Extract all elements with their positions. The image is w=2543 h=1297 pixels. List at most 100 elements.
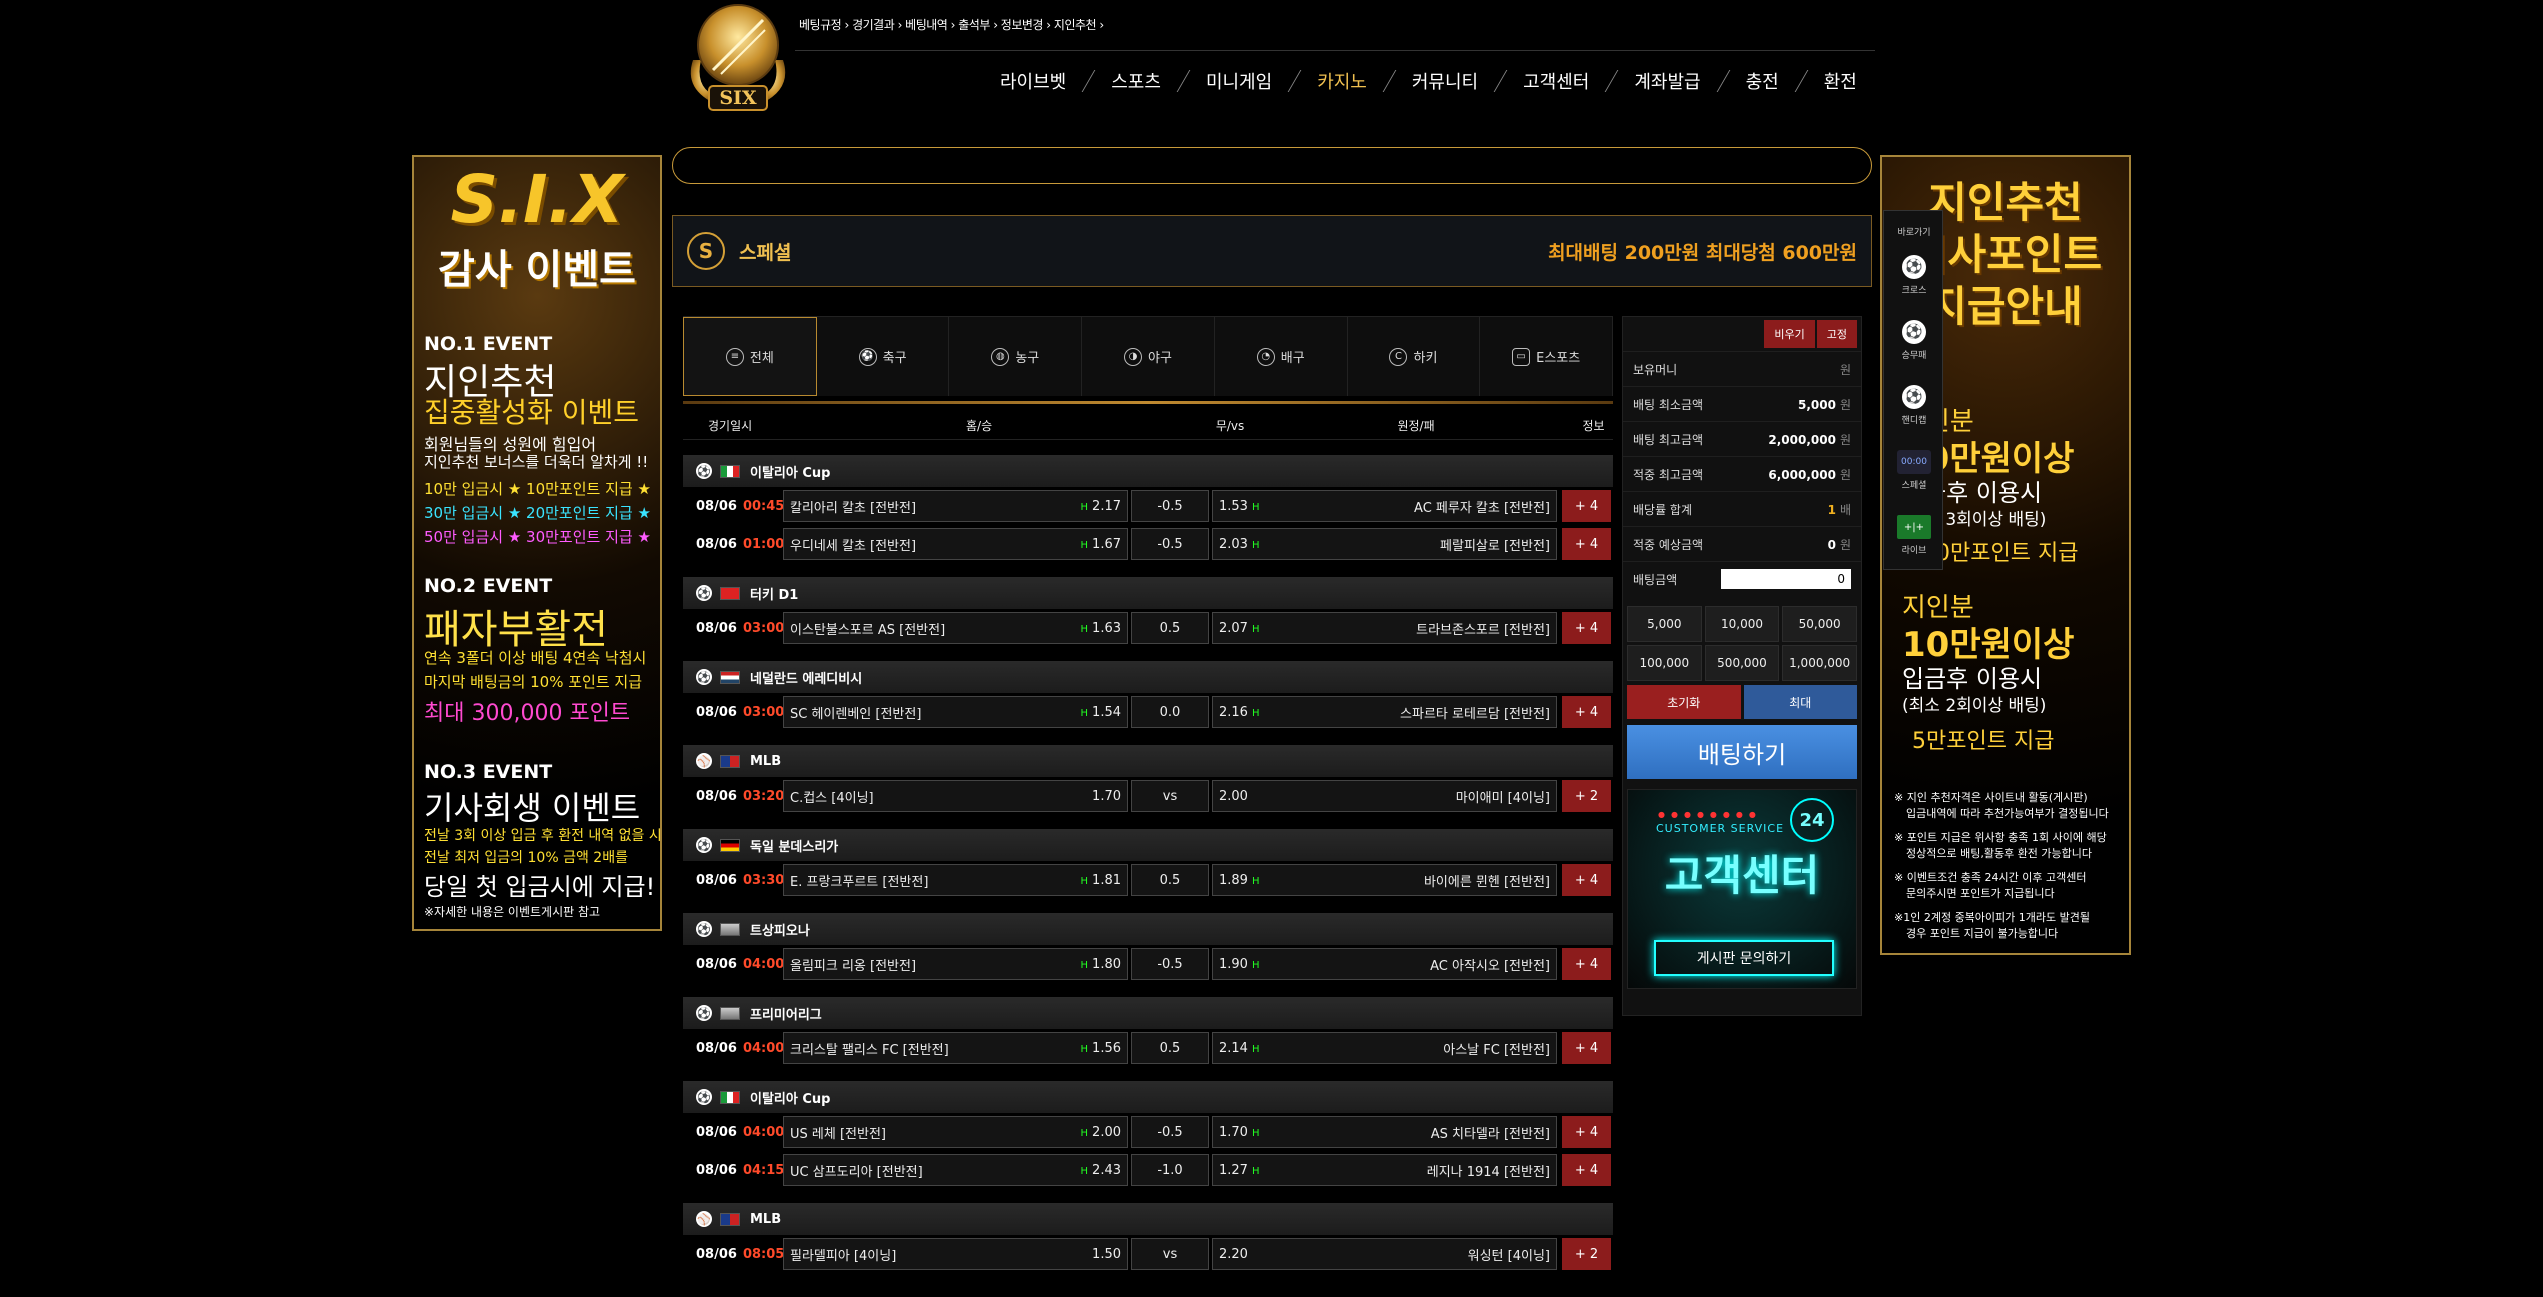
away-odds-button[interactable]: 2.03 H 페랄피살로 [전반전] [1212, 528, 1557, 560]
draw-handicap-button[interactable]: -0.5 [1131, 528, 1209, 560]
home-odds-button[interactable]: US 레체 [전반전] H 2.00 [783, 1116, 1128, 1148]
nav-item-4[interactable]: 커뮤니티 [1412, 68, 1478, 94]
match-hour: 04:00 [742, 956, 785, 972]
away-odds-button[interactable]: 2.14 H 아스날 FC [전반전] [1212, 1032, 1557, 1064]
away-odds-button[interactable]: 1.53 H AC 페루자 칼초 [전반전] [1212, 490, 1557, 522]
quick-item[interactable]: +|+ 라이브 [1884, 515, 1944, 556]
amount-chip[interactable]: 500,000 [1704, 645, 1780, 681]
nav-item-5[interactable]: 고객센터 [1523, 68, 1589, 94]
draw-handicap-button[interactable]: 0.5 [1131, 612, 1209, 644]
away-odds-button[interactable]: 1.70 H AS 치타델라 [전반전] [1212, 1116, 1557, 1148]
nav-item-3[interactable]: 카지노 [1317, 68, 1367, 94]
bet-amount-input[interactable]: 0 [1721, 569, 1851, 589]
home-odds-button[interactable]: 올림피크 리옹 [전반전] H 1.80 [783, 948, 1128, 980]
home-odds-button[interactable]: UC 삼프도리아 [전반전] H 2.43 [783, 1154, 1128, 1186]
away-odds-button[interactable]: 2.07 H 트라브존스포르 [전반전] [1212, 612, 1557, 644]
away-odds-button[interactable]: 1.90 H AC 아작시오 [전반전] [1212, 948, 1557, 980]
draw-handicap-button[interactable]: -0.5 [1131, 490, 1209, 522]
amount-chip[interactable]: 10,000 [1704, 606, 1780, 642]
quick-item[interactable]: ⚽ 승무패 [1884, 320, 1944, 361]
tab-6[interactable]: ▭ E스포츠 [1480, 317, 1614, 396]
more-markets-button[interactable]: + 4 [1562, 696, 1611, 728]
draw-handicap-button[interactable]: -1.0 [1131, 1154, 1209, 1186]
away-odds-button[interactable]: 1.27 H 레지나 1914 [전반전] [1212, 1154, 1557, 1186]
quick-item[interactable]: ⚽ 핸디캡 [1884, 385, 1944, 426]
tab-1[interactable]: ⚽ 축구 [817, 317, 950, 396]
amount-chip[interactable]: 100,000 [1627, 645, 1702, 681]
more-markets-button[interactable]: + 4 [1562, 612, 1611, 644]
more-markets-button[interactable]: + 4 [1562, 864, 1611, 896]
tab-3[interactable]: ◑ 야구 [1082, 317, 1215, 396]
away-odd-value: 1.70 [1219, 1124, 1248, 1140]
home-odds-button[interactable]: 칼리아리 칼초 [전반전] H 2.17 [783, 490, 1128, 522]
home-odds-button[interactable]: 크리스탈 팰리스 FC [전반전] H 1.56 [783, 1032, 1128, 1064]
tab-2[interactable]: ◍ 농구 [949, 317, 1083, 396]
nav-item-8[interactable]: 환전 [1824, 68, 1857, 94]
league-header: ⚾ MLB [683, 745, 1613, 777]
home-odds-button[interactable]: 이스탄불스포르 AS [전반전] H 1.63 [783, 612, 1128, 644]
away-odds-button[interactable]: 2.00 마이애미 [4이닝] [1212, 780, 1557, 812]
odds-up-icon: H [1080, 959, 1089, 971]
away-odds-button[interactable]: 1.89 H 바이에른 뮌헨 [전반전] [1212, 864, 1557, 896]
tab-4[interactable]: ◔ 배구 [1215, 317, 1348, 396]
odds-up-icon: H [1080, 539, 1089, 551]
home-odds-button[interactable]: 우디네세 칼초 [전반전] H 1.67 [783, 528, 1128, 560]
home-odds-button[interactable]: 필라델피아 [4이닝] 1.50 [783, 1238, 1128, 1270]
clear-button[interactable]: 비우기 [1764, 320, 1815, 348]
draw-handicap-button[interactable]: vs [1131, 780, 1209, 812]
draw-handicap-button[interactable]: vs [1131, 1238, 1209, 1270]
tab-5[interactable]: C 하키 [1348, 317, 1481, 396]
more-markets-button[interactable]: + 4 [1562, 1154, 1611, 1186]
reset-button[interactable]: 초기화 [1627, 685, 1741, 719]
home-odds-button[interactable]: E. 프랑크푸르트 [전반전] H 1.81 [783, 864, 1128, 896]
league-header: ⚽ 네덜란드 에레디비시 [683, 661, 1613, 693]
more-markets-button[interactable]: + 4 [1562, 1116, 1611, 1148]
amount-chip[interactable]: 50,000 [1782, 606, 1857, 642]
match-date: 08/06 [696, 1162, 737, 1178]
draw-handicap-button[interactable]: -0.5 [1131, 948, 1209, 980]
inquiry-button[interactable]: 게시판 문의하기 [1654, 940, 1834, 976]
draw-handicap-button[interactable]: 0.0 [1131, 696, 1209, 728]
nav-item-1[interactable]: 스포츠 [1111, 68, 1161, 94]
home-odds-button[interactable]: C.컵스 [4이닝] 1.70 [783, 780, 1128, 812]
nav-separator [1176, 70, 1191, 92]
quick-item[interactable]: ⚽ 크로스 [1884, 255, 1944, 296]
nav-item-0[interactable]: 라이브벳 [1000, 68, 1066, 94]
match-row: 08/06 04:00 크리스탈 팰리스 FC [전반전] H 1.56 0.5 2.14 H… [683, 1029, 1613, 1067]
nav-item-2[interactable]: 미니게임 [1206, 68, 1272, 94]
more-markets-button[interactable]: + 4 [1562, 1032, 1611, 1064]
top-links[interactable]: 베팅규정 › 경기결과 › 베팅내역 › 출석부 › 정보변경 › 지인추천 › [799, 16, 1104, 33]
nav-item-6[interactable]: 계좌발급 [1634, 68, 1700, 94]
draw-handicap-button[interactable]: -0.5 [1131, 1116, 1209, 1148]
special-title: 스페셜 [739, 241, 792, 264]
customer-service-banner[interactable]: ●●●●●●●● 24 CUSTOMER SERVICE 고객센터 게시판 문의… [1627, 789, 1857, 989]
left-event-banner[interactable]: S.I.X 감사 이벤트 NO.1 EVENT 지인추천 집중활성화 이벤트 회… [412, 155, 662, 931]
home-odd-value: 1.63 [1092, 620, 1121, 636]
home-odds-button[interactable]: SC 헤이렌베인 [전반전] H 1.54 [783, 696, 1128, 728]
away-odds-button[interactable]: 2.20 워싱턴 [4이닝] [1212, 1238, 1557, 1270]
draw-handicap-button[interactable]: 0.5 [1131, 864, 1209, 896]
max-button[interactable]: 최대 [1743, 685, 1857, 719]
quick-item[interactable]: 00:00 스페셜 [1884, 450, 1944, 491]
draw-handicap-button[interactable]: 0.5 [1131, 1032, 1209, 1064]
amount-chip[interactable]: 1,000,000 [1782, 645, 1857, 681]
away-odds-button[interactable]: 2.16 H 스파르타 로테르담 [전반전] [1212, 696, 1557, 728]
more-markets-button[interactable]: + 2 [1562, 780, 1611, 812]
amount-chip[interactable]: 5,000 [1627, 606, 1702, 642]
odds-up-icon: H [1080, 1043, 1089, 1055]
match-hour: 01:00 [742, 536, 785, 552]
tab-0[interactable]: ≡ 전체 [683, 317, 817, 396]
mlb-flag-icon [720, 1212, 740, 1226]
nav-item-7[interactable]: 충전 [1746, 68, 1779, 94]
tab-label: E스포츠 [1536, 351, 1581, 366]
more-markets-button[interactable]: + 2 [1562, 1238, 1611, 1270]
match-time: 08/06 00:45 [683, 499, 784, 514]
more-markets-button[interactable]: + 4 [1562, 948, 1611, 980]
site-logo[interactable]: SIX [673, 0, 803, 115]
more-markets-button[interactable]: + 4 [1562, 490, 1611, 522]
away-odd: 1.27 H [1219, 1163, 1263, 1178]
fix-button[interactable]: 고정 [1816, 320, 1857, 348]
more-markets-button[interactable]: + 4 [1562, 528, 1611, 560]
home-odd-value: 1.70 [1092, 788, 1121, 804]
place-bet-button[interactable]: 배팅하기 [1627, 725, 1857, 779]
